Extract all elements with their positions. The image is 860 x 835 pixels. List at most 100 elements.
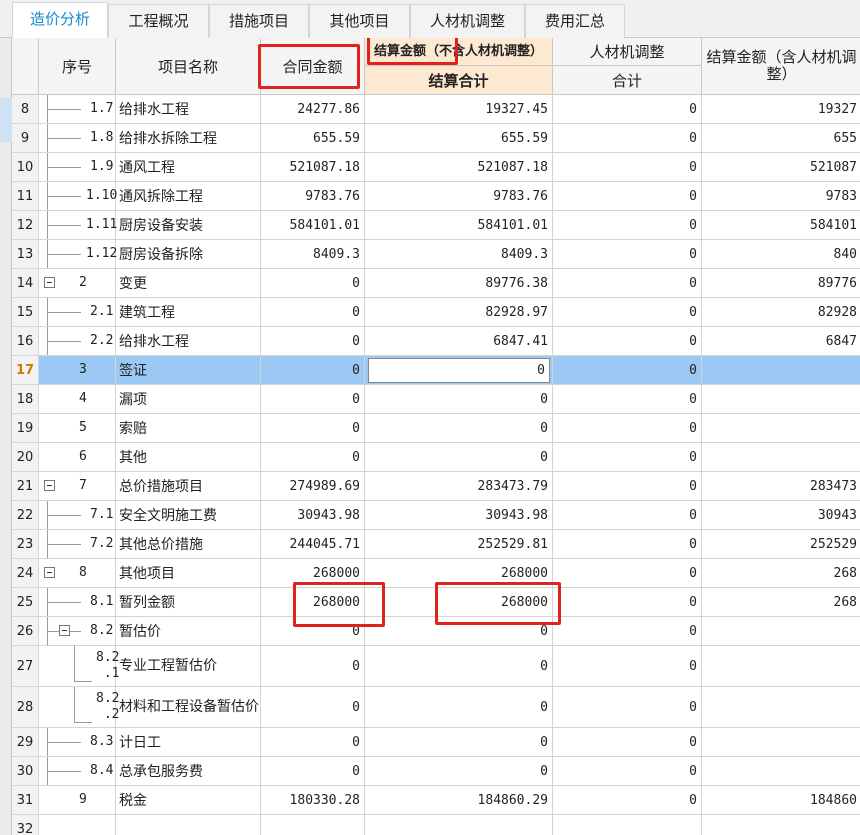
settle-total-cell[interactable]: 19327.45 — [365, 95, 553, 123]
settle-total-cell[interactable]: 268000 — [365, 559, 553, 587]
row-number[interactable]: 14 — [12, 269, 39, 297]
settle-total-cell[interactable]: 521087.18 — [365, 153, 553, 181]
row-number[interactable]: 24 — [12, 559, 39, 587]
row-number[interactable]: 29 — [12, 728, 39, 756]
contract-amount-cell[interactable]: 655.59 — [261, 124, 365, 152]
contract-amount-cell[interactable]: 0 — [261, 385, 365, 413]
labor-adjust-cell[interactable]: 0 — [553, 687, 702, 727]
seq-cell[interactable]: 1.12 — [39, 240, 117, 268]
settle-incl-cell[interactable]: 30943 — [702, 501, 860, 529]
row-number[interactable]: 9 — [12, 124, 39, 152]
table-row[interactable]: 14 2 变更 0 89776.38 0 89776 — [12, 269, 860, 298]
contract-amount-cell[interactable]: 268000 — [261, 559, 365, 587]
contract-amount-cell[interactable]: 9783.76 — [261, 182, 365, 210]
settle-incl-cell[interactable] — [702, 385, 860, 413]
contract-amount-cell[interactable]: 8409.3 — [261, 240, 365, 268]
seq-cell[interactable]: 4 — [39, 385, 116, 413]
contract-amount-cell[interactable] — [261, 815, 365, 835]
header-labor-group[interactable]: 人材机调整 — [553, 38, 702, 66]
seq-cell[interactable]: 1.10 — [39, 182, 117, 210]
name-cell[interactable]: 给排水拆除工程 — [116, 124, 261, 152]
tab-cost-summary[interactable]: 费用汇总 — [525, 4, 625, 38]
name-cell[interactable]: 其他 — [116, 443, 261, 471]
row-number[interactable]: 22 — [12, 501, 39, 529]
table-row[interactable]: 26 8.2 暂估价 0 0 0 — [12, 617, 860, 646]
settle-total-cell[interactable]: 0 — [365, 728, 553, 756]
settle-total-cell[interactable]: 0 — [365, 385, 553, 413]
labor-adjust-cell[interactable]: 0 — [553, 211, 702, 239]
row-number[interactable]: 13 — [12, 240, 39, 268]
row-number[interactable]: 32 — [12, 815, 39, 835]
name-cell[interactable]: 税金 — [116, 786, 261, 814]
name-cell[interactable]: 计日工 — [116, 728, 261, 756]
settle-incl-cell[interactable]: 584101 — [702, 211, 860, 239]
contract-amount-cell[interactable]: 274989.69 — [261, 472, 365, 500]
contract-amount-cell[interactable]: 0 — [261, 298, 365, 326]
settle-incl-cell[interactable] — [702, 687, 860, 727]
labor-adjust-cell[interactable]: 0 — [553, 617, 702, 645]
table-row[interactable]: 22 7.1 安全文明施工费 30943.98 30943.98 0 30943 — [12, 501, 860, 530]
labor-adjust-cell[interactable]: 0 — [553, 646, 702, 686]
name-cell[interactable]: 总承包服务费 — [116, 757, 261, 785]
labor-adjust-cell[interactable]: 0 — [553, 588, 702, 616]
collapse-toggle-icon[interactable] — [44, 277, 55, 288]
name-cell[interactable]: 厨房设备拆除 — [116, 240, 261, 268]
contract-amount-cell[interactable]: 180330.28 — [261, 786, 365, 814]
name-cell[interactable]: 其他项目 — [116, 559, 261, 587]
table-row[interactable]: 23 7.2 其他总价措施 244045.71 252529.81 0 252529 — [12, 530, 860, 559]
settle-total-cell[interactable]: 9783.76 — [365, 182, 553, 210]
header-contract-amount[interactable]: 合同金额 — [261, 38, 365, 95]
name-cell[interactable]: 暂估价 — [116, 617, 261, 645]
seq-cell[interactable]: 7 — [39, 472, 116, 500]
row-number[interactable]: 21 — [12, 472, 39, 500]
row-number[interactable]: 17 — [12, 356, 39, 384]
settle-incl-cell[interactable]: 283473 — [702, 472, 860, 500]
name-cell[interactable]: 给排水工程 — [116, 327, 261, 355]
header-settle-incl[interactable]: 结算金额（含人材机调整） — [702, 38, 860, 95]
row-number[interactable]: 15 — [12, 298, 39, 326]
seq-cell[interactable]: 3 — [39, 356, 116, 384]
seq-cell[interactable]: 2 — [39, 269, 116, 297]
table-row[interactable]: 13 1.12 厨房设备拆除 8409.3 8409.3 0 840 — [12, 240, 860, 269]
seq-cell[interactable]: 1.9 — [39, 153, 116, 181]
settle-incl-cell[interactable]: 252529 — [702, 530, 860, 558]
table-row[interactable]: 28 8.2 .2 材料和工程设备暂估价 0 0 0 — [12, 687, 860, 728]
row-number[interactable]: 18 — [12, 385, 39, 413]
seq-cell[interactable]: 8.3 — [39, 728, 116, 756]
header-settle-group[interactable]: 结算金额（不含人材机调整） — [365, 38, 553, 66]
table-row[interactable]: 27 8.2 .1 专业工程暂估价 0 0 0 — [12, 646, 860, 687]
table-row[interactable]: 8 1.7 给排水工程 24277.86 19327.45 0 19327 — [12, 95, 860, 124]
labor-adjust-cell[interactable]: 0 — [553, 95, 702, 123]
row-number[interactable]: 26 — [12, 617, 39, 645]
settle-total-cell[interactable]: 584101.01 — [365, 211, 553, 239]
row-number[interactable]: 23 — [12, 530, 39, 558]
settle-total-cell[interactable]: 252529.81 — [365, 530, 553, 558]
settle-total-cell[interactable]: 655.59 — [365, 124, 553, 152]
settle-total-cell[interactable]: 6847.41 — [365, 327, 553, 355]
name-cell[interactable]: 建筑工程 — [116, 298, 261, 326]
contract-amount-cell[interactable]: 584101.01 — [261, 211, 365, 239]
header-settle-total[interactable]: 结算合计 — [365, 66, 553, 95]
seq-cell[interactable]: 1.8 — [39, 124, 116, 152]
settle-total-cell[interactable]: 0 — [365, 443, 553, 471]
table-row[interactable]: 12 1.11 厨房设备安装 584101.01 584101.01 0 584101 — [12, 211, 860, 240]
labor-adjust-cell[interactable]: 0 — [553, 327, 702, 355]
settle-incl-cell[interactable]: 655 — [702, 124, 860, 152]
settle-incl-cell[interactable] — [702, 443, 860, 471]
seq-cell[interactable]: 8.2 .1 — [39, 646, 119, 686]
table-row[interactable]: 9 1.8 给排水拆除工程 655.59 655.59 0 655 — [12, 124, 860, 153]
name-cell[interactable]: 厨房设备安装 — [116, 211, 261, 239]
settle-incl-cell[interactable] — [702, 617, 860, 645]
settle-incl-cell[interactable]: 9783 — [702, 182, 860, 210]
name-cell[interactable]: 专业工程暂估价 — [116, 646, 261, 686]
row-number[interactable]: 31 — [12, 786, 39, 814]
labor-adjust-cell[interactable]: 0 — [553, 757, 702, 785]
labor-adjust-cell[interactable]: 0 — [553, 269, 702, 297]
table-row[interactable]: 19 5 索赔 0 0 0 — [12, 414, 860, 443]
table-row[interactable]: 20 6 其他 0 0 0 — [12, 443, 860, 472]
settle-total-cell[interactable]: 184860.29 — [365, 786, 553, 814]
tab-labor-material-adjust[interactable]: 人材机调整 — [410, 4, 525, 38]
seq-cell[interactable]: 2.1 — [39, 298, 116, 326]
contract-amount-cell[interactable]: 30943.98 — [261, 501, 365, 529]
settle-incl-cell[interactable]: 184860 — [702, 786, 860, 814]
